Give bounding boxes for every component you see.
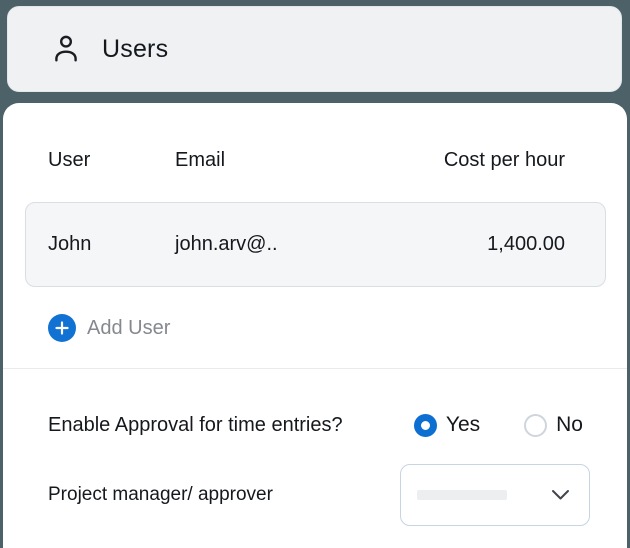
- column-header-user: User: [48, 149, 175, 172]
- radio-unselected-icon[interactable]: [524, 414, 547, 437]
- table-row[interactable]: John john.arv@.. 1,400.00: [25, 202, 606, 287]
- users-panel: User Email Cost per hour John john.arv@.…: [3, 103, 627, 548]
- user-email-cell: john.arv@..: [175, 233, 487, 256]
- users-settings-screen: { "colors": { "page_background": "#4d616…: [0, 0, 630, 548]
- radio-option-no[interactable]: No: [524, 413, 583, 437]
- approval-question-label: Enable Approval for time entries?: [48, 414, 343, 437]
- radio-option-yes[interactable]: Yes: [414, 413, 480, 437]
- radio-selected-icon[interactable]: [414, 414, 437, 437]
- project-manager-setting-row: Project manager/ approver: [3, 437, 627, 526]
- add-user-button[interactable]: Add User: [48, 314, 170, 342]
- plus-icon: [48, 314, 76, 342]
- project-manager-label: Project manager/ approver: [48, 484, 273, 506]
- user-name-cell: John: [48, 233, 175, 256]
- approval-radio-group: Yes No: [414, 413, 583, 437]
- dropdown-placeholder-bar: [417, 490, 507, 500]
- project-manager-select[interactable]: [400, 464, 590, 526]
- column-header-email: Email: [175, 149, 444, 172]
- approval-setting-row: Enable Approval for time entries? Yes No: [3, 377, 627, 437]
- chevron-down-icon: [551, 489, 570, 501]
- user-icon: [50, 33, 82, 65]
- add-user-label: Add User: [87, 317, 170, 340]
- table-header-row: User Email Cost per hour: [3, 103, 627, 172]
- page-title: Users: [102, 35, 168, 64]
- radio-yes-label: Yes: [446, 413, 480, 437]
- radio-no-label: No: [556, 413, 583, 437]
- user-cost-cell: 1,400.00: [487, 233, 565, 256]
- users-section-header[interactable]: Users: [7, 6, 622, 92]
- section-divider: [3, 368, 627, 369]
- column-header-cost-per-hour: Cost per hour: [444, 149, 565, 172]
